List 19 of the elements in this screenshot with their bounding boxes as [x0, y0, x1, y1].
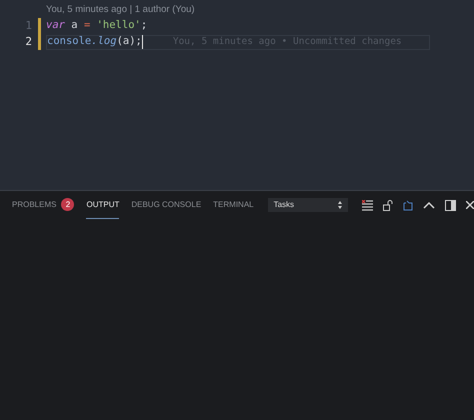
line-number: 2: [24, 34, 32, 50]
code-text: var a = 'hello';: [46, 18, 148, 34]
panel-tab[interactable]: TERMINAL: [213, 191, 254, 219]
panel-tab[interactable]: PROBLEMS 2: [12, 191, 74, 219]
panel-tab[interactable]: OUTPUT: [86, 191, 120, 219]
close-icon[interactable]: [466, 201, 474, 209]
line-number: 1: [24, 18, 32, 34]
codelens-text[interactable]: You, 5 minutes ago | 1 author (You): [46, 4, 195, 16]
unlock-icon[interactable]: [383, 200, 393, 210]
split-panel-icon[interactable]: [445, 200, 456, 210]
text-cursor: [142, 35, 143, 49]
channel-select[interactable]: Tasks: [268, 198, 348, 212]
panel-tab[interactable]: DEBUG CONSOLE: [131, 191, 202, 219]
open-file-icon[interactable]: [403, 200, 413, 210]
code-text: console.log(a);: [47, 34, 142, 50]
updown-icon: [338, 201, 342, 209]
clear-output-icon[interactable]: [362, 200, 373, 210]
problems-count: 2: [61, 198, 74, 211]
chevron-up-icon[interactable]: [423, 201, 435, 209]
